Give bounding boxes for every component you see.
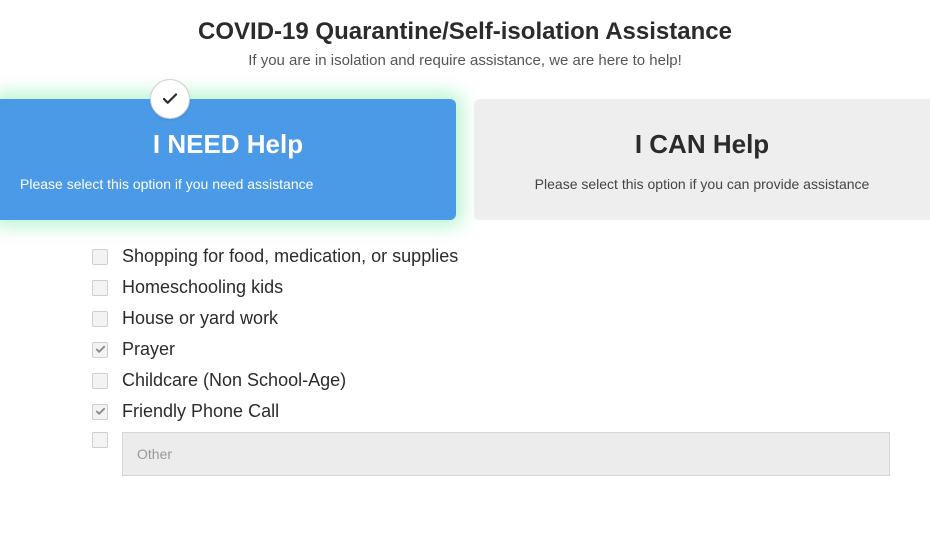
list-item-other xyxy=(92,432,890,476)
assistance-checklist: Shopping for food, medication, or suppli… xyxy=(0,246,930,476)
check-icon xyxy=(161,90,179,108)
tab-can-desc: Please select this option if you can pro… xyxy=(494,176,910,192)
page-title: COVID-19 Quarantine/Self-isolation Assis… xyxy=(0,18,930,46)
option-tabs: I NEED Help Please select this option if… xyxy=(0,99,930,220)
checkbox-label: Childcare (Non School-Age) xyxy=(122,370,346,391)
tab-need-desc: Please select this option if you need as… xyxy=(20,176,436,192)
list-item: Prayer xyxy=(92,339,890,360)
checkbox-childcare[interactable] xyxy=(92,373,108,389)
selected-badge xyxy=(150,79,190,119)
other-input[interactable] xyxy=(122,432,890,476)
checkbox-prayer[interactable] xyxy=(92,342,108,358)
checkbox-label: House or yard work xyxy=(122,308,278,329)
list-item: Childcare (Non School-Age) xyxy=(92,370,890,391)
checkbox-housework[interactable] xyxy=(92,311,108,327)
checkbox-label: Shopping for food, medication, or suppli… xyxy=(122,246,458,267)
tab-need-help[interactable]: I NEED Help Please select this option if… xyxy=(0,99,456,220)
checkbox-shopping[interactable] xyxy=(92,249,108,265)
checkbox-phonecall[interactable] xyxy=(92,404,108,420)
checkbox-homeschooling[interactable] xyxy=(92,280,108,296)
list-item: House or yard work xyxy=(92,308,890,329)
checkbox-label: Prayer xyxy=(122,339,175,360)
tab-can-title: I CAN Help xyxy=(494,129,910,160)
tab-need-title: I NEED Help xyxy=(20,129,436,160)
page-subtitle: If you are in isolation and require assi… xyxy=(0,52,930,69)
tab-can-help[interactable]: I CAN Help Please select this option if … xyxy=(474,99,930,220)
checkbox-label: Homeschooling kids xyxy=(122,277,283,298)
list-item: Friendly Phone Call xyxy=(92,401,890,422)
list-item: Homeschooling kids xyxy=(92,277,890,298)
page-header: COVID-19 Quarantine/Self-isolation Assis… xyxy=(0,0,930,81)
list-item: Shopping for food, medication, or suppli… xyxy=(92,246,890,267)
checkbox-other[interactable] xyxy=(92,432,108,448)
checkbox-label: Friendly Phone Call xyxy=(122,401,279,422)
